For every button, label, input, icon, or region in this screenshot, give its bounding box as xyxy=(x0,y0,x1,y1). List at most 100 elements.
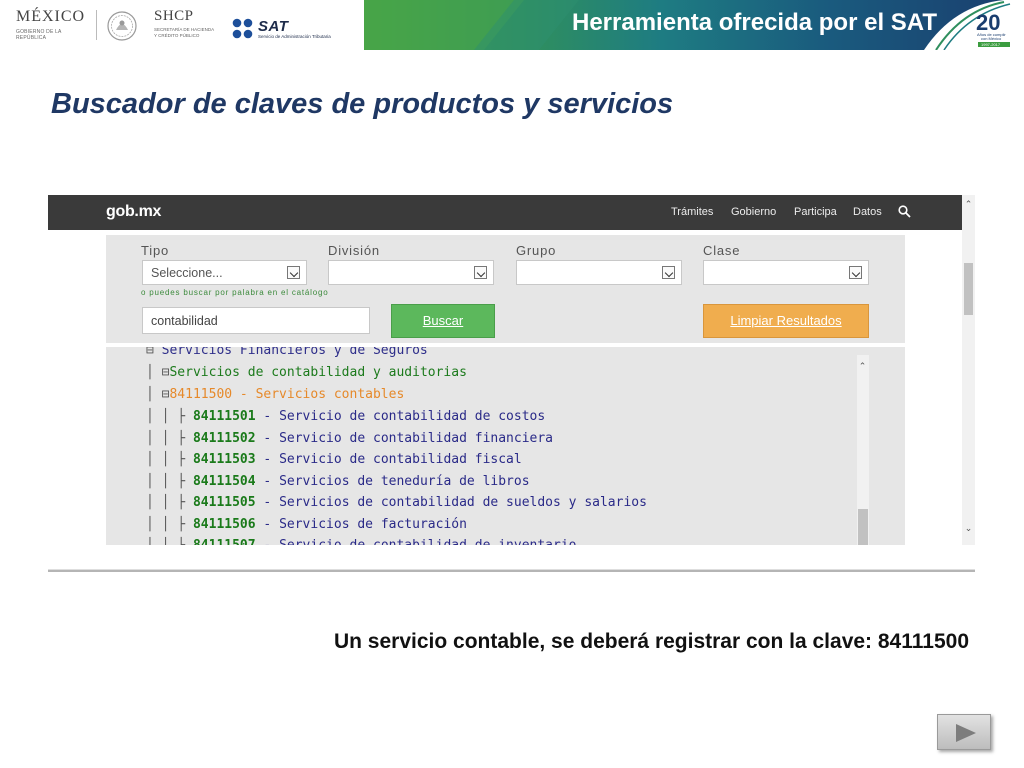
tree-leaf-separator: - xyxy=(255,516,280,532)
tree-node-accounting-audit[interactable]: │ ⊟Servicios de contabilidad y auditoria… xyxy=(146,365,467,381)
slide-caption: Un servicio contable, se deberá registra… xyxy=(333,630,969,653)
tree-node-accounting-services[interactable]: │ ⊟84111500 - Servicios contables xyxy=(146,387,404,403)
scroll-down-icon[interactable]: ⌄ xyxy=(962,523,975,534)
search-input[interactable] xyxy=(142,307,370,334)
presentation-slide: MÉXICO GOBIERNO DE LA REPÚBLICA SHCP SEC… xyxy=(0,0,1024,768)
sat-logo-text: SAT xyxy=(258,18,289,35)
logo-divider xyxy=(96,10,97,40)
next-slide-button[interactable] xyxy=(937,714,991,750)
tree-leaf-item[interactable]: │ │ ├ 84111502 - Servicio de contabilida… xyxy=(146,431,553,447)
page-scrollbar-thumb[interactable] xyxy=(964,263,973,315)
search-icon[interactable] xyxy=(898,205,911,218)
tree-node-label: Servicios Financieros y de Seguros xyxy=(161,347,428,358)
tree-guide: │ │ ├ xyxy=(146,430,193,446)
mexico-logo-text: MÉXICO xyxy=(16,8,86,25)
bottom-divider xyxy=(48,569,975,570)
tree-leaf-item[interactable]: │ │ ├ 84111507 - Servicio de contabilida… xyxy=(146,538,577,545)
tree-node-label: 84111500 - Servicios contables xyxy=(169,387,405,402)
division-select[interactable] xyxy=(328,260,494,285)
banner-title: Herramienta ofrecida por el SAT xyxy=(572,9,937,36)
sat-logo: SAT Servicio de Administración Tributari… xyxy=(232,8,356,44)
tree-guide: │ │ ├ xyxy=(146,538,193,545)
tree-leaf-item[interactable]: │ │ ├ 84111506 - Servicios de facturació… xyxy=(146,517,467,533)
tree-leaf-separator: - xyxy=(255,409,280,424)
tree-leaf-code: 84111503 xyxy=(192,452,256,467)
tree-leaf-separator: - xyxy=(255,452,280,467)
scroll-up-icon[interactable]: ⌃ xyxy=(962,199,975,210)
clase-label: Clase xyxy=(703,243,741,258)
tree-guide: │ │ ├ xyxy=(146,452,193,467)
search-hint: o puedes buscar por palabra en el catálo… xyxy=(141,288,329,297)
tree-leaf-code: 84111502 xyxy=(192,430,256,446)
tree-leaf-description: Servicios de facturación xyxy=(279,516,467,532)
nav-link-gobierno[interactable]: Gobierno xyxy=(731,206,776,218)
chevron-down-icon[interactable] xyxy=(474,266,487,279)
national-seal-icon xyxy=(107,11,137,41)
chevron-down-icon[interactable] xyxy=(849,266,862,279)
shcp-logo-subtext-1: SECRETARÍA DE HACIENDA xyxy=(154,27,215,32)
gob-navbar: gob.mx Trámites Gobierno Participa Datos xyxy=(48,195,962,230)
tipo-select[interactable]: Seleccione... xyxy=(142,260,307,285)
tree-leaf-item[interactable]: │ │ ├ 84111501 - Servicio de contabilida… xyxy=(146,409,545,425)
tree-leaf-item[interactable]: │ │ ├ 84111504 - Servicios de teneduría … xyxy=(146,474,530,490)
tipo-label: Tipo xyxy=(141,243,170,258)
tree-leaf-code: 84111507 xyxy=(193,538,256,545)
mexico-logo-subtext: GOBIERNO DE LA REPÚBLICA xyxy=(16,29,62,41)
nav-link-datos[interactable]: Datos xyxy=(853,206,882,218)
tree-leaf-separator: - xyxy=(255,495,280,510)
clear-results-button[interactable]: Limpiar Resultados xyxy=(703,304,869,338)
tree-leaf-code: 84111505 xyxy=(192,495,256,510)
anniversary-badge: 20 Años de cumplir con México 1997-2017 xyxy=(976,10,1010,47)
tree-guide: │ │ ├ xyxy=(146,409,193,424)
search-button[interactable]: Buscar xyxy=(391,304,495,338)
gob-mx-logo[interactable]: gob.mx xyxy=(106,203,161,221)
play-icon xyxy=(956,724,976,742)
search-panel: Tipo División Grupo Clase Seleccione... … xyxy=(106,235,905,343)
tree-leaf-item[interactable]: │ │ ├ 84111505 - Servicios de contabilid… xyxy=(146,495,647,511)
sat-banner: Herramienta ofrecida por el SAT 20 Años … xyxy=(364,0,1024,50)
shcp-logo-subtext-2: Y CRÉDITO PÚBLICO xyxy=(154,32,200,38)
tree-leaf-description: Servicio de contabilidad de costos xyxy=(279,409,546,424)
tree-node-label: Servicios de contabilidad y auditorias xyxy=(169,365,467,380)
sat-logo-subtext: Servicio de Administración Tributaria xyxy=(258,34,331,39)
tree-leaf-code: 84111501 xyxy=(192,409,256,424)
tipo-select-value: Seleccione... xyxy=(151,266,223,280)
tree-leaf-separator: - xyxy=(255,473,280,489)
tree-guide: │ │ ├ xyxy=(146,473,193,489)
tree-leaf-code: 84111504 xyxy=(192,473,256,489)
page-scrollbar[interactable]: ⌃ ⌄ xyxy=(962,195,975,550)
division-label: División xyxy=(328,243,380,258)
shcp-logo: SHCP SECRETARÍA DE HACIENDA Y CRÉDITO PÚ… xyxy=(154,8,224,44)
grupo-select[interactable] xyxy=(516,260,682,285)
tree-leaf-separator: - xyxy=(255,430,280,446)
badge-text-2: con México xyxy=(981,36,1002,41)
slide-title: Buscador de claves de productos y servic… xyxy=(51,88,674,120)
tree-scrollbar-thumb[interactable] xyxy=(858,509,868,545)
tree-leaf-description: Servicio de contabilidad de inventario xyxy=(279,538,576,545)
catalog-browser-window: gob.mx Trámites Gobierno Participa Datos… xyxy=(48,195,975,572)
tree-leaf-description: Servicio de contabilidad financiera xyxy=(279,430,554,446)
tree-leaf-description: Servicio de contabilidad fiscal xyxy=(279,452,522,467)
tree-leaf-code: 84111506 xyxy=(192,516,256,532)
tree-leaf-description: Servicios de contabilidad de sueldos y s… xyxy=(279,495,647,510)
shcp-logo-text: SHCP xyxy=(154,8,194,24)
tree-scrollbar[interactable]: ⌃ xyxy=(857,355,869,545)
results-tree: ⊟ Servicios Financieros y de Seguros │ ⊟… xyxy=(106,347,905,545)
grupo-label: Grupo xyxy=(516,243,557,258)
clase-select[interactable] xyxy=(703,260,869,285)
nav-link-participa[interactable]: Participa xyxy=(794,206,837,218)
tree-leaf-description: Servicios de teneduría de libros xyxy=(279,473,530,489)
nav-link-tramites[interactable]: Trámites xyxy=(671,206,713,218)
collapse-icon[interactable]: ⊟ xyxy=(146,347,162,358)
scroll-up-icon[interactable]: ⌃ xyxy=(856,361,869,372)
tree-guide: │ │ ├ xyxy=(146,495,193,510)
tree-guide: │ │ ├ xyxy=(146,516,193,532)
tree-leaf-item[interactable]: │ │ ├ 84111503 - Servicio de contabilida… xyxy=(146,452,522,468)
tree-leaf-separator: - xyxy=(256,538,279,545)
chevron-down-icon[interactable] xyxy=(287,266,300,279)
government-header: MÉXICO GOBIERNO DE LA REPÚBLICA SHCP SEC… xyxy=(0,0,1024,50)
sat-dots-icon xyxy=(232,18,253,39)
tree-node-financial-services[interactable]: ⊟ Servicios Financieros y de Seguros xyxy=(146,347,428,359)
chevron-down-icon[interactable] xyxy=(662,266,675,279)
browser-bottom-edge xyxy=(48,545,975,572)
